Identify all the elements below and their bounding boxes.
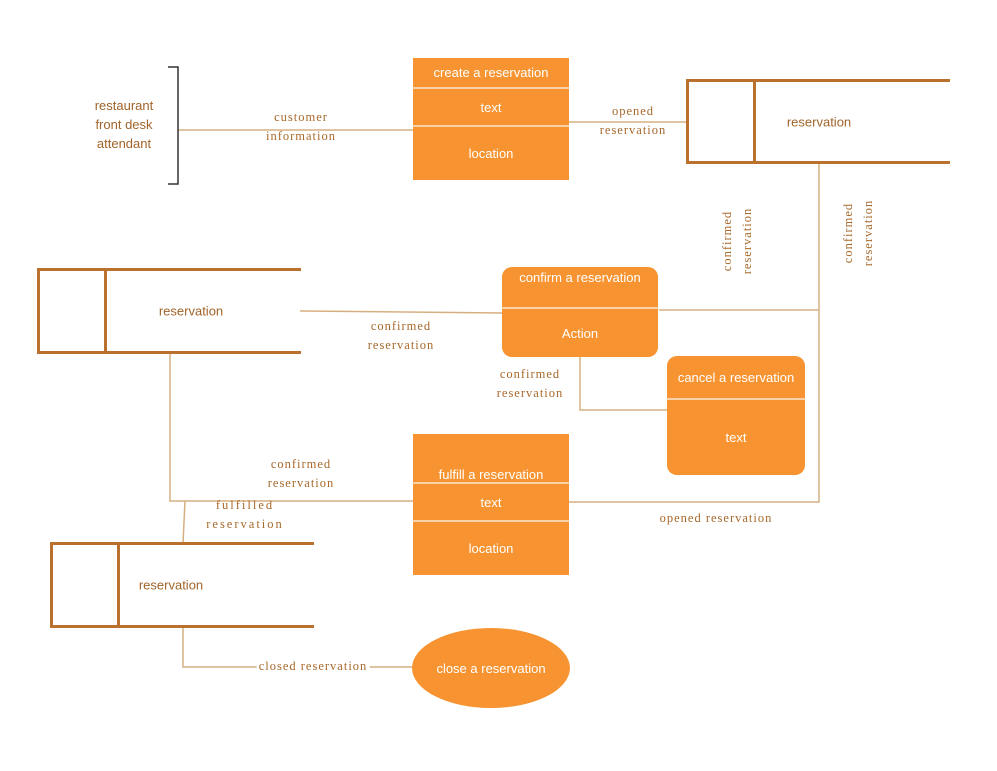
process-close-reservation[interactable]: close a reservation: [412, 628, 570, 708]
label-closed-reservation: closed reservation: [256, 657, 370, 676]
process-title: create a reservation: [413, 58, 569, 89]
label-line: confirmed: [270, 457, 332, 471]
process-create-reservation[interactable]: create a reservation text location: [413, 58, 569, 180]
label-line: confirmed: [841, 202, 855, 264]
process-title: fulfill a reservation: [413, 434, 569, 484]
process-cancel-reservation[interactable]: cancel a reservation text: [667, 356, 805, 475]
label-line: reservation: [740, 207, 754, 275]
store-name: reservation: [786, 114, 852, 129]
process-row: text: [413, 484, 569, 522]
label-line: reservation: [367, 338, 435, 352]
diagram-canvas: restaurant front desk attendant customer…: [0, 0, 997, 771]
label-line: reservation: [267, 476, 335, 490]
flow-fulfilled: [182, 500, 186, 544]
external-entity-front-desk: restaurant front desk attendant: [95, 96, 154, 153]
process-title: cancel a reservation: [667, 356, 805, 400]
process-title: confirm a reservation: [502, 267, 658, 309]
label-line: confirmed: [370, 319, 432, 333]
label-line: reservation: [206, 517, 284, 531]
store-divider: [117, 545, 120, 625]
label-opened-reservation-bottom: opened reservation: [659, 511, 773, 525]
entity-line: attendant: [96, 136, 152, 151]
store-name: reservation: [158, 303, 224, 319]
process-row: location: [468, 541, 514, 556]
flow-store2-confirm: [299, 310, 503, 314]
label-fulfilled-reservation: fulfilled reservation: [206, 496, 284, 534]
label-line: reservation: [496, 386, 564, 400]
entity-line: restaurant: [94, 98, 154, 113]
label-line: fulfilled: [215, 498, 275, 512]
label-line: reservation: [861, 199, 875, 267]
label-confirmed-reservation-v2: confirmed reservation: [838, 200, 878, 267]
store-name: reservation: [138, 577, 204, 593]
label-line: reservation: [599, 123, 667, 137]
label-confirmed-reservation-cancel: confirmed reservation: [497, 365, 564, 403]
data-store-reservation-1[interactable]: reservation: [686, 79, 950, 164]
label-opened-reservation-top: opened reservation: [600, 102, 667, 140]
data-store-reservation-2[interactable]: reservation: [37, 268, 301, 354]
process-row: Action: [561, 325, 599, 341]
data-store-reservation-3[interactable]: reservation: [50, 542, 314, 628]
label-line: opened: [611, 104, 655, 118]
label-confirmed-reservation-mid: confirmed reservation: [368, 317, 435, 355]
process-row: text: [725, 430, 747, 445]
label-line: confirmed: [499, 367, 561, 381]
entity-line: front desk: [95, 117, 153, 132]
flow-confirm-cancel: [579, 357, 667, 411]
label-confirmed-reservation-v1: confirmed reservation: [717, 208, 757, 275]
store-divider: [753, 82, 756, 161]
label-line: customer: [274, 110, 328, 124]
entity-bracket: [168, 66, 179, 185]
process-confirm-reservation[interactable]: confirm a reservation Action: [502, 267, 658, 357]
label-line: information: [265, 129, 337, 143]
label-customer-information: customer information: [266, 108, 336, 146]
process-fulfill-reservation[interactable]: fulfill a reservation text location: [413, 434, 569, 575]
process-row: location: [468, 146, 514, 161]
store-divider: [104, 271, 107, 351]
process-row: text: [413, 89, 569, 127]
label-confirmed-reservation-fulfill: confirmed reservation: [268, 455, 335, 493]
label-line: confirmed: [720, 210, 734, 272]
